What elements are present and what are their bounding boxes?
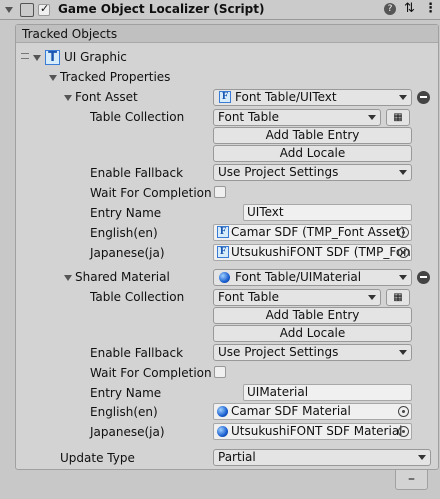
- remove-shared-material-icon[interactable]: [417, 271, 430, 284]
- enable-fallback-label: Enable Fallback: [90, 166, 184, 180]
- font-asset-icon: F: [217, 226, 229, 238]
- add-locale-button[interactable]: Add Locale: [213, 145, 412, 162]
- font-asset-value: Font Table/UIText: [235, 90, 337, 104]
- japanese-label: Japanese(ja): [90, 425, 165, 439]
- shared-material-value: Font Table/UIMaterial: [235, 270, 362, 284]
- wait-for-completion-label: Wait For Completion: [90, 366, 212, 380]
- presets-icon[interactable]: ⇅: [404, 1, 415, 16]
- ui-graphic-label: UI Graphic: [64, 50, 127, 64]
- drag-handle-icon[interactable]: [21, 53, 29, 59]
- font-asset-label: Font Asset: [75, 90, 138, 104]
- table-collection-label: Table Collection: [90, 110, 185, 124]
- foldout-arrow-icon[interactable]: [5, 7, 13, 13]
- shared-material-dropdown[interactable]: Font Table/UIMaterial: [213, 269, 412, 286]
- enable-fallback-value: Use Project Settings: [218, 165, 339, 179]
- font-table-collection-dropdown[interactable]: Font Table: [213, 109, 381, 126]
- english-label: English(en): [90, 226, 158, 240]
- checkmark-icon: ✓: [40, 2, 50, 15]
- shared-material-label: Shared Material: [75, 270, 170, 284]
- chevron-down-icon: [418, 455, 426, 460]
- japanese-label: Japanese(ja): [90, 246, 165, 260]
- material-icon: [219, 272, 230, 283]
- ui-graphic-foldout-icon[interactable]: [33, 55, 41, 61]
- update-type-dropdown[interactable]: Partial: [213, 449, 431, 466]
- english-font-field[interactable]: F Camar SDF (TMP_Font Asset): [213, 224, 412, 241]
- japanese-material-value: UtsukushiFONT SDF Material: [231, 424, 403, 438]
- shared-material-foldout-icon[interactable]: [64, 275, 72, 281]
- enabled-checkbox[interactable]: ✓: [38, 2, 50, 16]
- chevron-down-icon: [399, 275, 407, 280]
- add-table-entry-button[interactable]: Add Table Entry: [213, 307, 412, 324]
- text-component-icon: T: [45, 50, 60, 65]
- wait-for-completion-label: Wait For Completion: [90, 186, 212, 200]
- enable-fallback-dropdown[interactable]: Use Project Settings: [213, 164, 412, 181]
- font-asset-dropdown[interactable]: F Font Table/UIText: [213, 89, 412, 106]
- object-picker-icon[interactable]: [398, 426, 409, 437]
- table-collection-value: Font Table: [218, 110, 279, 124]
- table-icon: ▦: [393, 112, 403, 123]
- table-collection-label: Table Collection: [90, 290, 185, 304]
- entry-name-input[interactable]: UIText: [243, 204, 412, 221]
- english-material-field[interactable]: Camar SDF Material: [213, 403, 412, 420]
- material-icon: [217, 426, 228, 437]
- object-picker-icon[interactable]: [398, 406, 409, 417]
- font-asset-foldout-icon[interactable]: [64, 95, 72, 101]
- script-icon: [20, 3, 34, 17]
- tracked-objects-heading: Tracked Objects: [22, 27, 118, 41]
- tracked-properties-foldout-icon[interactable]: [49, 75, 57, 81]
- remove-tracked-object-button[interactable]: –: [395, 470, 428, 490]
- wait-for-completion-checkbox[interactable]: [214, 186, 226, 198]
- chevron-down-icon: [368, 115, 376, 120]
- chevron-down-icon: [399, 170, 407, 175]
- wait-for-completion-checkbox[interactable]: [214, 366, 226, 378]
- open-table-editor-button[interactable]: ▦: [386, 109, 410, 126]
- component-title: Game Object Localizer (Script): [58, 2, 265, 16]
- chevron-down-icon: [368, 295, 376, 300]
- tracked-properties-label: Tracked Properties: [60, 70, 171, 84]
- open-table-editor-button[interactable]: ▦: [386, 289, 410, 306]
- object-picker-icon[interactable]: [398, 227, 409, 238]
- object-picker-icon[interactable]: [398, 247, 409, 258]
- japanese-font-field[interactable]: F UtsukushiFONT SDF (TMP_Font Asset): [213, 244, 412, 261]
- help-icon[interactable]: ?: [384, 3, 396, 15]
- material-table-collection-dropdown[interactable]: Font Table: [213, 289, 381, 306]
- table-icon: ▦: [393, 292, 403, 303]
- english-material-value: Camar SDF Material: [231, 404, 351, 418]
- context-menu-icon[interactable]: ⋮: [424, 1, 437, 16]
- font-asset-icon: F: [219, 91, 231, 103]
- table-collection-value: Font Table: [218, 290, 279, 304]
- enable-fallback-dropdown[interactable]: Use Project Settings: [213, 344, 412, 361]
- font-asset-icon: F: [217, 246, 229, 258]
- chevron-down-icon: [399, 350, 407, 355]
- update-type-value: Partial: [218, 450, 256, 464]
- english-label: English(en): [90, 405, 158, 419]
- add-table-entry-button[interactable]: Add Table Entry: [213, 127, 412, 144]
- enable-fallback-value: Use Project Settings: [218, 345, 339, 359]
- enable-fallback-label: Enable Fallback: [90, 346, 184, 360]
- add-locale-button[interactable]: Add Locale: [213, 325, 412, 342]
- remove-font-asset-icon[interactable]: [417, 91, 430, 104]
- material-icon: [217, 406, 228, 417]
- japanese-material-field[interactable]: UtsukushiFONT SDF Material: [213, 423, 412, 440]
- entry-name-label: Entry Name: [90, 206, 162, 220]
- chevron-down-icon: [399, 95, 407, 100]
- entry-name-label: Entry Name: [90, 386, 162, 400]
- entry-name-input[interactable]: UIMaterial: [243, 384, 412, 401]
- japanese-font-value: UtsukushiFONT SDF (TMP_Font Asset): [231, 245, 412, 259]
- update-type-label: Update Type: [60, 451, 135, 465]
- english-font-value: Camar SDF (TMP_Font Asset): [231, 225, 406, 239]
